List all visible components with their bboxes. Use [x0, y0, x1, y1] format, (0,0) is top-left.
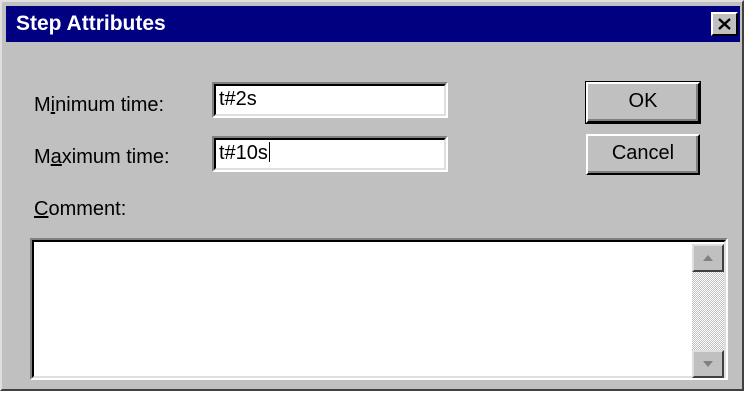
minimum-time-value: t#2s — [219, 88, 257, 110]
scroll-up-arrow-icon — [703, 255, 713, 261]
scroll-down-arrow-icon — [703, 361, 713, 367]
comment-label: Comment: — [34, 198, 127, 220]
text-caret — [268, 142, 270, 162]
minimum-time-input[interactable]: t#2s — [212, 82, 448, 118]
minimum-time-label: Minimum time: — [34, 94, 165, 116]
close-button[interactable] — [711, 12, 738, 36]
cancel-button[interactable]: Cancel — [586, 134, 700, 175]
maximum-time-value: t#10s — [219, 142, 270, 164]
comment-scrollbar[interactable] — [692, 244, 724, 378]
ok-button[interactable]: OK — [585, 81, 701, 124]
maximum-time-input[interactable]: t#10s — [212, 136, 448, 172]
close-icon — [718, 18, 731, 30]
scroll-down-button[interactable] — [692, 350, 724, 378]
maximum-time-label: Maximum time: — [34, 146, 170, 168]
step-attributes-dialog: Step Attributes Minimum time: t#2s Maxim… — [0, 0, 744, 391]
title-bar[interactable]: Step Attributes — [6, 6, 740, 42]
comment-textarea[interactable] — [30, 238, 728, 380]
dialog-title: Step Attributes — [16, 12, 166, 35]
scroll-up-button[interactable] — [692, 244, 724, 272]
